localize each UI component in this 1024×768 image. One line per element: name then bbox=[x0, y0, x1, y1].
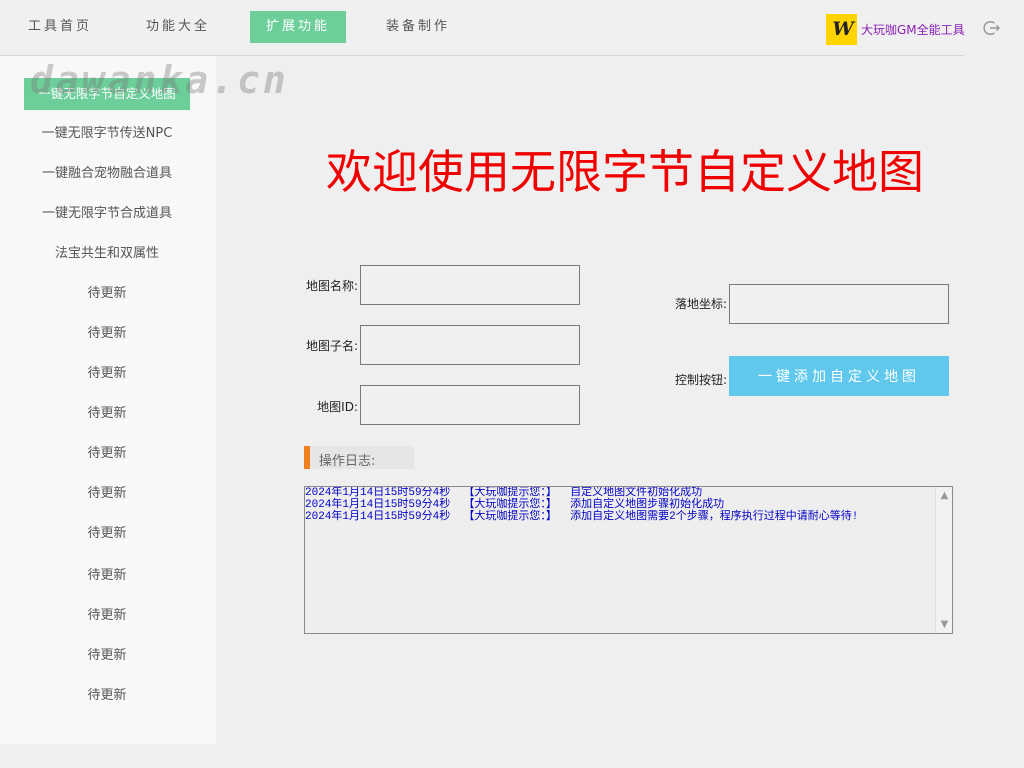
sidebar-item-pending[interactable]: 待更新 bbox=[0, 560, 214, 592]
scroll-up-icon[interactable]: ▲ bbox=[936, 487, 952, 504]
brand-name: 大玩咖GM全能工具 bbox=[861, 22, 965, 37]
sidebar-item-pending[interactable]: 待更新 bbox=[0, 318, 214, 350]
sidebar-item-pending[interactable]: 待更新 bbox=[0, 680, 214, 712]
map-name-label: 地图名称: bbox=[305, 279, 358, 293]
sidebar-item-pending[interactable]: 待更新 bbox=[0, 358, 214, 390]
map-name-input[interactable] bbox=[360, 265, 580, 305]
add-custom-map-button[interactable]: 一键添加自定义地图 bbox=[729, 356, 949, 396]
tab-extended-functions[interactable]: 扩展功能 bbox=[250, 11, 346, 43]
sidebar-item-pending[interactable]: 待更新 bbox=[0, 600, 214, 632]
map-id-label: 地图ID: bbox=[317, 400, 358, 414]
page-title: 欢迎使用无限字节自定义地图 bbox=[326, 145, 924, 199]
log-line: 2024年1月14日15时59分4秒 【大玩咖提示您：】 自定义地图文件初始化成… bbox=[305, 487, 703, 499]
map-subname-input[interactable] bbox=[360, 325, 580, 365]
sidebar-item-custom-map[interactable]: 一键无限字节自定义地图 bbox=[24, 78, 190, 110]
brand: W 大玩咖GM全能工具 bbox=[826, 13, 965, 45]
control-label: 控制按钮: bbox=[674, 373, 727, 387]
map-id-input[interactable] bbox=[360, 385, 580, 425]
log-textarea[interactable]: 2024年1月14日15时59分4秒 【大玩咖提示您：】 自定义地图文件初始化成… bbox=[304, 486, 953, 634]
brand-logo-icon: W bbox=[826, 13, 857, 45]
sidebar-item-pending[interactable]: 待更新 bbox=[0, 278, 214, 310]
sidebar-item-teleport-npc[interactable]: 一键无限字节传送NPC bbox=[0, 118, 214, 150]
sidebar-item-treasure[interactable]: 法宝共生和双属性 bbox=[0, 238, 214, 270]
top-nav-bar: 工具首页 功能大全 扩展功能 装备制作 W 大玩咖GM全能工具 bbox=[0, 0, 1024, 56]
sidebar-item-pending[interactable]: 待更新 bbox=[0, 640, 214, 672]
log-line: 2024年1月14日15时59分4秒 【大玩咖提示您：】 添加自定义地图需要2个… bbox=[305, 511, 859, 523]
tab-equipment-crafting[interactable]: 装备制作 bbox=[370, 11, 466, 43]
sidebar-item-pending[interactable]: 待更新 bbox=[0, 478, 214, 510]
log-scrollbar[interactable]: ▲ ▼ bbox=[935, 487, 952, 633]
landing-coord-input[interactable] bbox=[729, 284, 949, 324]
sidebar-item-pending[interactable]: 待更新 bbox=[0, 438, 214, 470]
tab-all-functions[interactable]: 功能大全 bbox=[130, 11, 226, 43]
sidebar-item-synth-item[interactable]: 一键无限字节合成道具 bbox=[0, 198, 214, 230]
log-line: 2024年1月14日15时59分4秒 【大玩咖提示您：】 添加自定义地图步骤初始… bbox=[305, 499, 725, 511]
scroll-down-icon[interactable]: ▼ bbox=[936, 616, 952, 633]
log-title: 操作日志: bbox=[319, 454, 376, 469]
sidebar-item-pending[interactable]: 待更新 bbox=[0, 518, 214, 550]
logout-icon[interactable] bbox=[983, 19, 1001, 37]
map-subname-label: 地图子名: bbox=[305, 339, 358, 353]
landing-coord-label: 落地坐标: bbox=[674, 297, 727, 311]
log-header: 操作日志: bbox=[304, 446, 414, 469]
tab-tool-home[interactable]: 工具首页 bbox=[12, 11, 108, 43]
log-lines: 2024年1月14日15时59分4秒 【大玩咖提示您：】 自定义地图文件初始化成… bbox=[305, 487, 935, 523]
sidebar-item-pending[interactable]: 待更新 bbox=[0, 398, 214, 430]
sidebar: 一键无限字节自定义地图 一键无限字节传送NPC 一键融合宠物融合道具 一键无限字… bbox=[0, 56, 216, 744]
sidebar-item-fuse-pet[interactable]: 一键融合宠物融合道具 bbox=[0, 158, 214, 190]
